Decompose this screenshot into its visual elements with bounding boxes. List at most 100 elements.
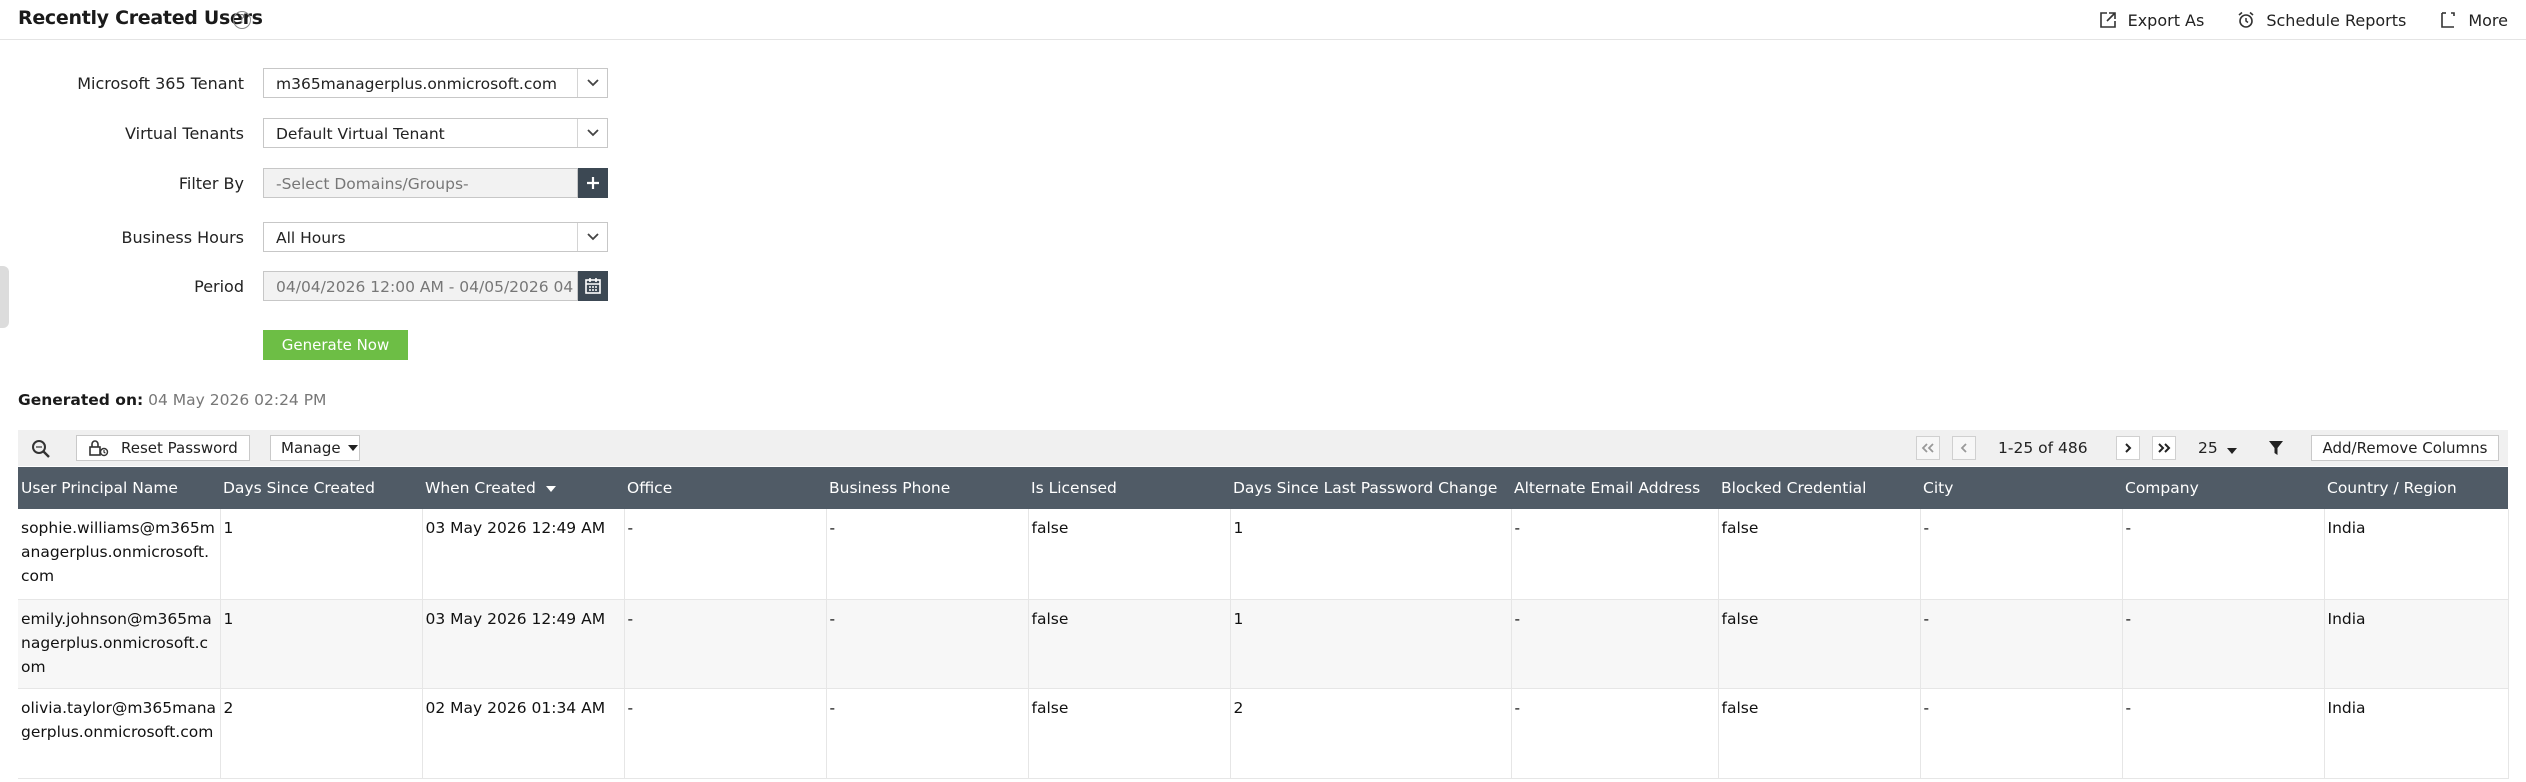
column-header[interactable]: Country / Region — [2324, 467, 2508, 509]
table-cell: 1 — [220, 599, 423, 689]
reset-password-button[interactable]: Reset Password — [76, 435, 250, 461]
filter-by-placeholder: -Select Domains/Groups- — [276, 175, 469, 193]
table-cell: India — [2324, 509, 2509, 600]
table-cell: 03 May 2026 12:49 AM — [422, 599, 625, 689]
period-row: Period 04/04/2026 12:00 AM - 04/05/2026 … — [0, 271, 620, 301]
generated-on-time: 04 May 2026 02:24 PM — [148, 391, 327, 409]
table-toolbar: Reset Password Manage 1-25 of 486 25 Add… — [18, 430, 2508, 466]
plus-icon — [587, 177, 599, 189]
filter-by-label: Filter By — [178, 174, 244, 193]
users-table: User Principal Name Days Since Created W… — [18, 467, 2509, 779]
column-header[interactable]: Is Licensed — [1028, 467, 1230, 509]
business-hours-value: All Hours — [276, 229, 346, 247]
table-cell: - — [1920, 509, 2123, 600]
top-actions: Export As Schedule Reports More — [2098, 0, 2526, 40]
table-cell: false — [1718, 688, 1921, 779]
tenant-value: m365managerplus.onmicrosoft.com — [276, 75, 557, 93]
table-cell: - — [1511, 688, 1719, 779]
table-cell: - — [826, 509, 1029, 600]
chevron-left-icon — [1960, 443, 1967, 453]
column-header[interactable]: Company — [2122, 467, 2324, 509]
table-cell: 2 — [220, 688, 423, 779]
business-hours-select[interactable]: All Hours — [263, 222, 608, 252]
page-size-value: 25 — [2198, 439, 2218, 457]
table-cell: false — [1028, 599, 1231, 689]
tenant-label: Microsoft 365 Tenant — [77, 74, 244, 93]
filter-by-row: Filter By -Select Domains/Groups- — [0, 168, 620, 198]
table-cell: - — [2122, 688, 2325, 779]
generate-now-button[interactable]: Generate Now — [263, 330, 408, 360]
calendar-button[interactable] — [578, 271, 608, 301]
last-page-button[interactable] — [2152, 436, 2176, 460]
schedule-reports-button[interactable]: Schedule Reports — [2236, 10, 2406, 30]
chevron-down-icon — [577, 223, 607, 251]
add-remove-columns-button[interactable]: Add/Remove Columns — [2311, 435, 2499, 461]
table-row[interactable]: emily.johnson@m365managerplus.onmicrosof… — [18, 599, 2509, 689]
table-cell: - — [624, 599, 827, 689]
table-cell: false — [1028, 688, 1231, 779]
table-cell: 1 — [1230, 509, 1512, 600]
table-cell: India — [2324, 599, 2509, 689]
table-cell: - — [826, 688, 1029, 779]
double-chevron-left-icon — [1921, 443, 1934, 453]
alarm-clock-icon — [2236, 10, 2256, 30]
top-bar: Recently Created Users ? Export As Sched… — [0, 0, 2526, 40]
table-cell: false — [1718, 599, 1921, 689]
calendar-icon — [585, 278, 601, 294]
table-cell: 1 — [220, 509, 423, 600]
sort-descending-icon — [545, 485, 556, 492]
add-filter-button[interactable] — [578, 168, 608, 198]
period-input[interactable]: 04/04/2026 12:00 AM - 04/05/2026 04 — [263, 271, 578, 301]
table-cell: - — [1920, 688, 2123, 779]
export-as-label: Export As — [2127, 10, 2205, 30]
table-cell: 1 — [1230, 599, 1512, 689]
filter-by-input[interactable]: -Select Domains/Groups- — [263, 168, 578, 198]
first-page-button[interactable] — [1916, 436, 1940, 460]
tenant-select[interactable]: m365managerplus.onmicrosoft.com — [263, 68, 608, 98]
virtual-tenants-label: Virtual Tenants — [125, 124, 244, 143]
more-icon — [2438, 10, 2458, 30]
table-row[interactable]: olivia.taylor@m365managerplus.onmicrosof… — [18, 688, 2509, 779]
next-page-button[interactable] — [2116, 436, 2140, 460]
more-button[interactable]: More — [2438, 10, 2508, 30]
column-header[interactable]: Blocked Credential — [1718, 467, 1920, 509]
lock-icon — [87, 439, 109, 457]
filter-icon[interactable] — [2268, 439, 2284, 461]
table-cell: - — [1920, 599, 2123, 689]
column-header[interactable]: User Principal Name — [18, 467, 220, 509]
caret-down-icon — [347, 445, 358, 451]
table-cell: 02 May 2026 01:34 AM — [422, 688, 625, 779]
period-label: Period — [194, 277, 244, 296]
column-header[interactable]: Days Since Last Password Change — [1230, 467, 1511, 509]
more-label: More — [2468, 10, 2508, 30]
column-header[interactable]: Office — [624, 467, 826, 509]
pager-text: 1-25 of 486 — [1998, 439, 2088, 457]
table-cell: - — [2122, 599, 2325, 689]
chevron-right-icon — [2125, 443, 2132, 453]
double-chevron-right-icon — [2158, 443, 2171, 453]
column-header[interactable]: Business Phone — [826, 467, 1028, 509]
generated-on-label: Generated on: — [18, 391, 144, 409]
export-as-button[interactable]: Export As — [2098, 10, 2205, 30]
schedule-reports-label: Schedule Reports — [2266, 10, 2407, 30]
caret-down-icon — [2226, 440, 2237, 458]
period-value: 04/04/2026 12:00 AM - 04/05/2026 04 — [276, 278, 574, 296]
search-icon[interactable] — [30, 438, 52, 460]
virtual-tenants-select[interactable]: Default Virtual Tenant — [263, 118, 608, 148]
previous-page-button[interactable] — [1952, 436, 1976, 460]
page-size-select[interactable]: 25 — [2198, 439, 2237, 458]
table-cell: emily.johnson@m365managerplus.onmicrosof… — [18, 599, 221, 689]
table-header-row: User Principal Name Days Since Created W… — [18, 467, 2508, 509]
table-cell: false — [1028, 509, 1231, 600]
column-header[interactable]: Alternate Email Address — [1511, 467, 1718, 509]
column-header[interactable]: Days Since Created — [220, 467, 422, 509]
table-row[interactable]: sophie.williams@m365managerplus.onmicros… — [18, 509, 2509, 600]
export-icon — [2098, 10, 2118, 30]
column-header[interactable]: City — [1920, 467, 2122, 509]
table-cell: sophie.williams@m365managerplus.onmicros… — [18, 509, 221, 600]
column-header-sorted[interactable]: When Created — [422, 467, 624, 509]
help-icon[interactable]: ? — [233, 11, 251, 29]
manage-dropdown[interactable]: Manage — [270, 435, 360, 461]
table-cell: olivia.taylor@m365managerplus.onmicrosof… — [18, 688, 221, 779]
virtual-tenants-value: Default Virtual Tenant — [276, 125, 445, 143]
